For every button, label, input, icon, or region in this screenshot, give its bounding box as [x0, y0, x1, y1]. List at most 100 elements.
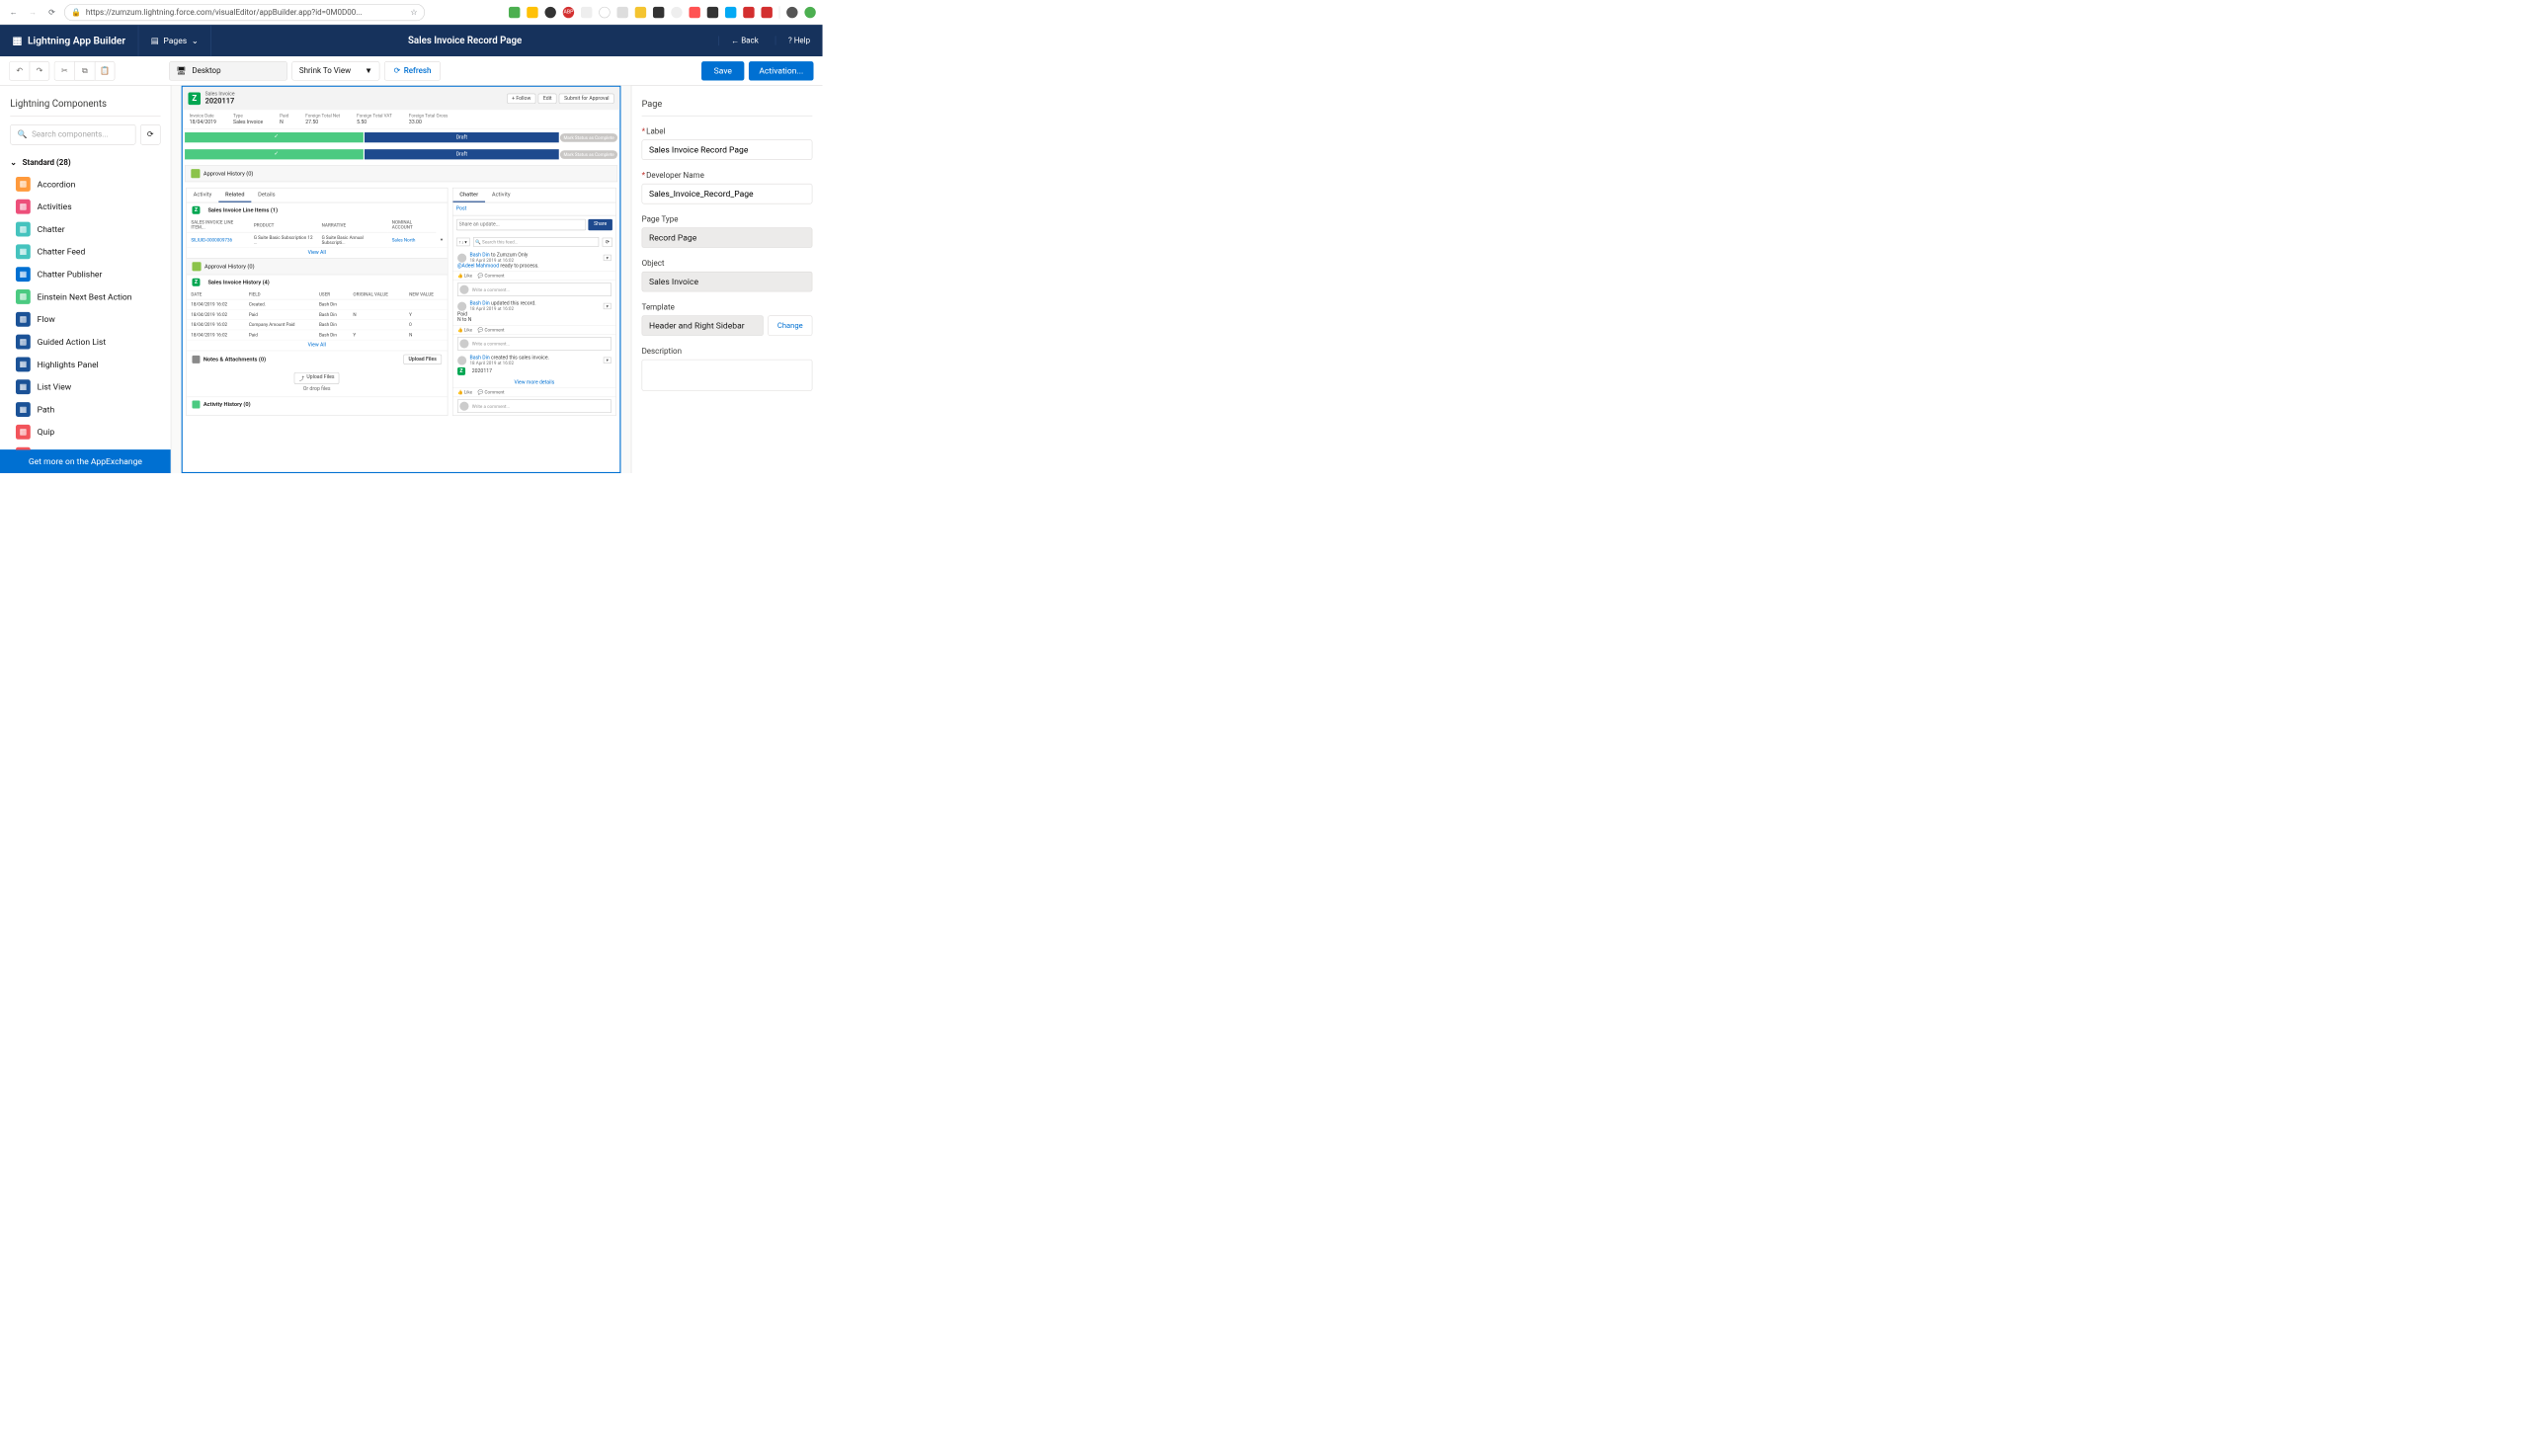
- share-button[interactable]: Share: [588, 219, 612, 230]
- reload-icon[interactable]: ⟳: [45, 5, 59, 19]
- like-button[interactable]: 👍 Like: [457, 274, 472, 279]
- ext-icon[interactable]: [804, 7, 815, 18]
- component-item[interactable]: ▦List View: [0, 375, 171, 398]
- component-item[interactable]: ▦Accordion: [0, 173, 171, 196]
- back-button[interactable]: ← Back: [718, 36, 771, 45]
- tab-related[interactable]: Related: [218, 188, 251, 202]
- feed-search[interactable]: 🔍 Search this feed...: [473, 237, 600, 247]
- component-item[interactable]: ▦Guided Action List: [0, 331, 171, 354]
- ext-icon[interactable]: [671, 7, 682, 18]
- record-header[interactable]: Z Sales Invoice 2020117 + Follow Edit Su…: [183, 87, 620, 110]
- component-item[interactable]: ▦Quip: [0, 421, 171, 444]
- ext-icon[interactable]: [527, 7, 537, 18]
- forward-nav-icon[interactable]: →: [26, 5, 40, 19]
- gear-icon[interactable]: [619, 132, 620, 140]
- like-button[interactable]: 👍 Like: [457, 327, 472, 332]
- help-button[interactable]: ? Help: [775, 36, 823, 44]
- tab-details[interactable]: Details: [251, 188, 282, 202]
- component-item[interactable]: ▦Chatter Feed: [0, 241, 171, 264]
- comment-input[interactable]: Write a comment...: [457, 399, 612, 413]
- feed-menu[interactable]: ▾: [604, 303, 612, 309]
- zoom-select[interactable]: Shrink To View ▼: [291, 61, 379, 80]
- gear-icon[interactable]: [619, 149, 620, 157]
- sort-button[interactable]: ↑↓ ▾: [456, 238, 470, 247]
- ext-icon[interactable]: [635, 7, 646, 18]
- activation-button[interactable]: Activation...: [749, 61, 813, 80]
- pages-menu[interactable]: ▤ Pages ⌄: [138, 25, 211, 56]
- related-column[interactable]: Activity Related Details ZSales Invoice …: [186, 188, 448, 416]
- tab-chatter[interactable]: Chatter: [452, 188, 485, 202]
- ext-icon[interactable]: [689, 7, 699, 18]
- refresh-button[interactable]: ⟳ Refresh: [384, 61, 441, 80]
- post-tab[interactable]: Post: [452, 202, 615, 215]
- component-item[interactable]: ▦Activities: [0, 196, 171, 218]
- ext-icon[interactable]: [761, 7, 772, 18]
- redo-button[interactable]: ↷: [30, 61, 50, 80]
- abp-icon[interactable]: ABP: [563, 7, 574, 18]
- ext-icon[interactable]: [599, 7, 610, 18]
- edit-button[interactable]: Edit: [538, 93, 557, 103]
- comment-input[interactable]: Write a comment...: [457, 283, 612, 296]
- description-textarea[interactable]: [642, 360, 813, 391]
- comment-button[interactable]: 💬 Comment: [478, 390, 505, 395]
- device-select[interactable]: 🖥 Desktop: [169, 61, 287, 80]
- standard-section-toggle[interactable]: ⌄ Standard (28): [0, 153, 171, 174]
- component-item[interactable]: ▦Einstein Next Best Action: [0, 285, 171, 308]
- page-canvas[interactable]: Z Sales Invoice 2020117 + Follow Edit Su…: [182, 86, 621, 473]
- paste-button[interactable]: 📋: [95, 61, 116, 80]
- upload-area[interactable]: ⤴ Upload Files Or drop files: [187, 367, 448, 396]
- ext-icon[interactable]: [725, 7, 736, 18]
- undo-button[interactable]: ↶: [9, 61, 30, 80]
- refresh-components-button[interactable]: ⟳: [140, 124, 161, 145]
- cut-button[interactable]: ✂: [54, 61, 75, 80]
- save-button[interactable]: Save: [701, 61, 744, 80]
- path-component-2[interactable]: ✓ Draft Mark Status as Complete: [183, 146, 620, 163]
- submit-button[interactable]: Submit for Approval: [559, 93, 614, 103]
- tab-activity[interactable]: Activity: [187, 188, 218, 202]
- label-input[interactable]: [642, 139, 813, 160]
- share-input[interactable]: [456, 219, 586, 230]
- component-item[interactable]: ▦Path: [0, 398, 171, 421]
- approval-history-bar[interactable]: Approval History (0): [185, 165, 617, 182]
- profile-icon[interactable]: [786, 7, 797, 18]
- tab-activity[interactable]: Activity: [485, 188, 517, 202]
- properties-panel: Page *Label *Developer Name Page Type Re…: [631, 86, 823, 473]
- url-bar[interactable]: 🔒 https://zumzum.lightning.force.com/vis…: [64, 4, 425, 21]
- feed-refresh[interactable]: ⟳: [603, 237, 612, 246]
- follow-button[interactable]: + Follow: [507, 93, 535, 103]
- view-all-link[interactable]: View All: [187, 248, 448, 258]
- appexchange-link[interactable]: Get more on the AppExchange: [0, 449, 171, 473]
- mark-complete-button[interactable]: Mark Status as Complete: [560, 133, 617, 142]
- view-all-link[interactable]: View All: [187, 340, 448, 350]
- view-more-link[interactable]: View more details: [452, 377, 615, 387]
- upload-files-button[interactable]: Upload Files: [403, 355, 442, 364]
- like-button[interactable]: 👍 Like: [457, 390, 472, 395]
- star-icon[interactable]: ☆: [410, 8, 417, 17]
- activity-icon: [192, 400, 200, 408]
- upload-button[interactable]: ⤴ Upload Files: [294, 372, 340, 384]
- ext-icon[interactable]: [509, 7, 520, 18]
- component-item[interactable]: ▦Highlights Panel: [0, 354, 171, 376]
- component-item[interactable]: ▦Flow: [0, 308, 171, 331]
- ext-icon[interactable]: [653, 7, 664, 18]
- ext-icon[interactable]: [544, 7, 555, 18]
- ext-icon[interactable]: [707, 7, 718, 18]
- chatter-column[interactable]: Chatter Activity Post Share ↑↓ ▾ 🔍 Searc…: [452, 188, 616, 416]
- developer-name-input[interactable]: [642, 184, 813, 204]
- comment-input[interactable]: Write a comment...: [457, 337, 612, 351]
- feed-menu[interactable]: ▾: [604, 255, 612, 261]
- feed-menu[interactable]: ▾: [604, 358, 612, 364]
- component-item[interactable]: ▦Chatter: [0, 218, 171, 241]
- ext-icon[interactable]: [743, 7, 754, 18]
- ext-icon[interactable]: [581, 7, 592, 18]
- component-item[interactable]: ▦Chatter Publisher: [0, 263, 171, 285]
- comment-button[interactable]: 💬 Comment: [478, 274, 505, 279]
- comment-button[interactable]: 💬 Comment: [478, 327, 505, 332]
- back-nav-icon[interactable]: ←: [7, 5, 21, 19]
- change-template-button[interactable]: Change: [768, 315, 812, 336]
- search-input[interactable]: 🔍 Search components...: [10, 124, 135, 145]
- copy-button[interactable]: ⧉: [74, 61, 95, 80]
- path-component[interactable]: ✓ Draft Mark Status as Complete: [183, 129, 620, 146]
- mark-complete-button[interactable]: Mark Status as Complete: [560, 150, 617, 159]
- ext-icon[interactable]: [616, 7, 627, 18]
